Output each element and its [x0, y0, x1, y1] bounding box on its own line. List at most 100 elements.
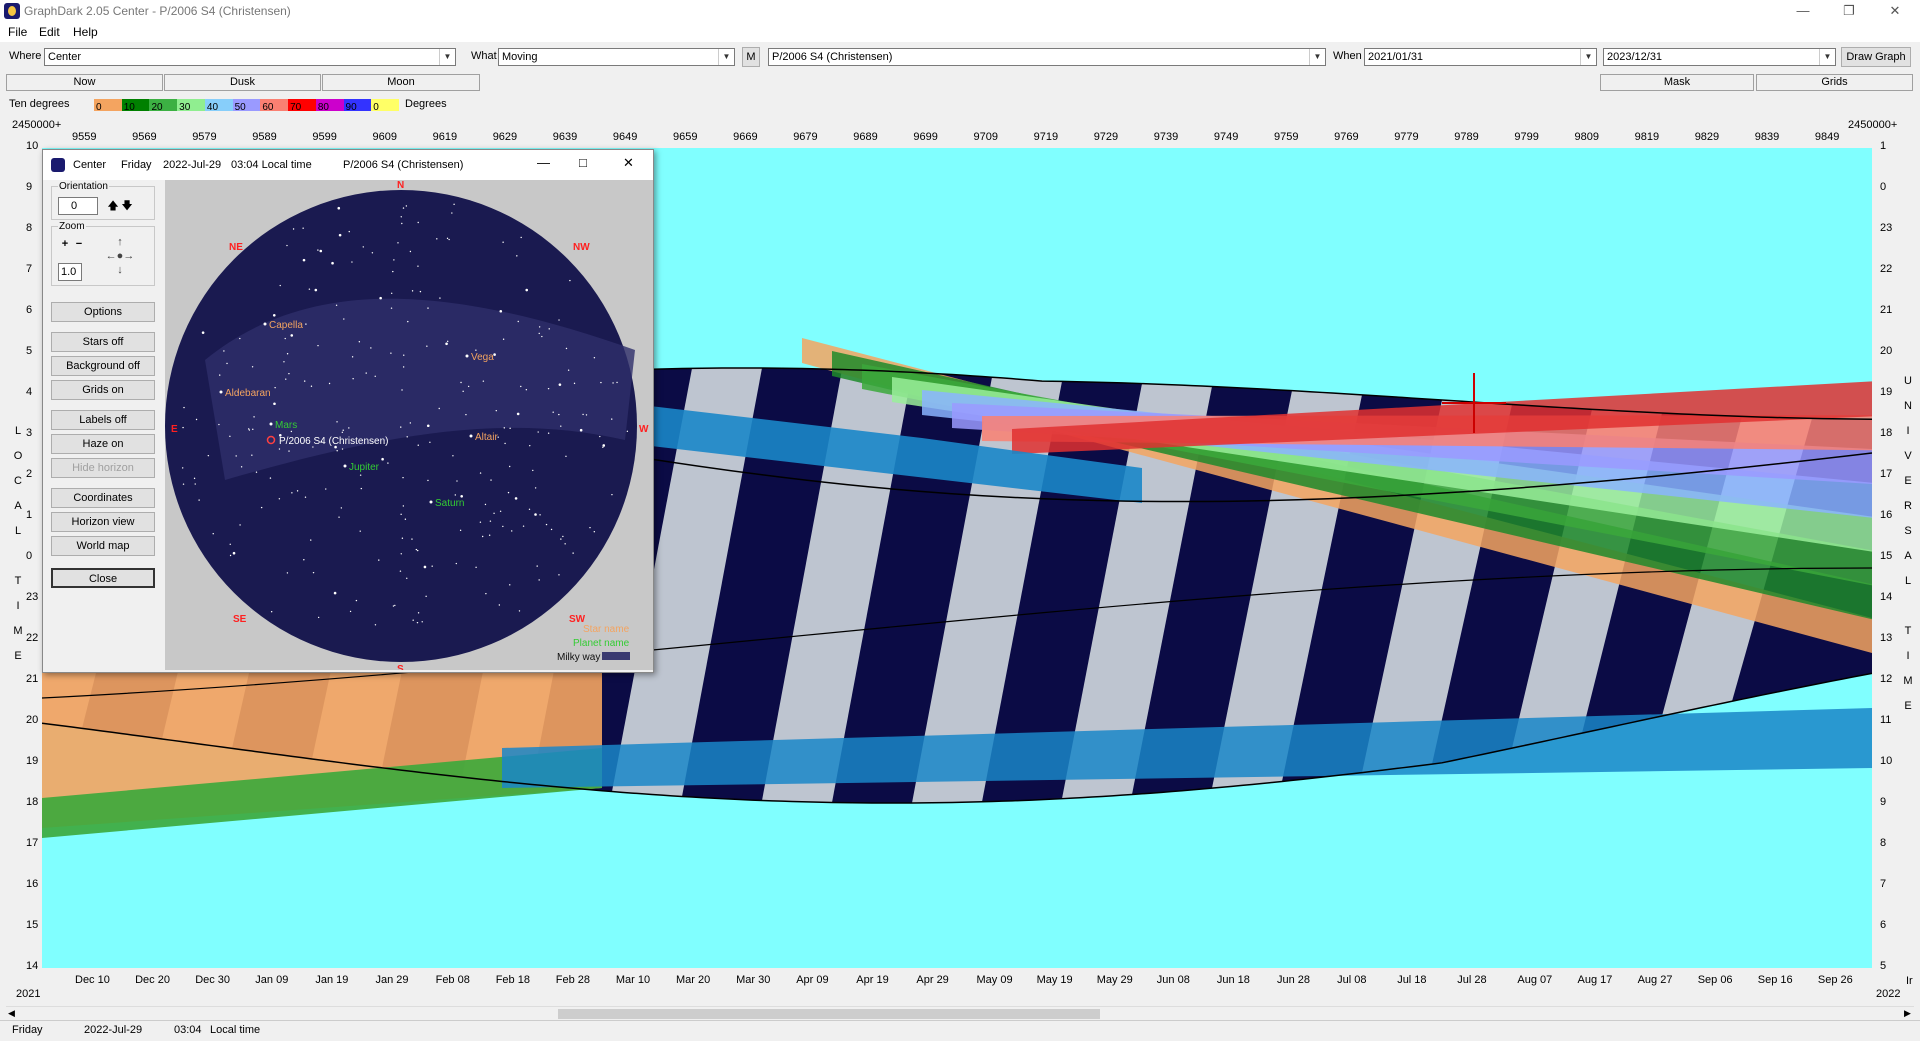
star-dot: [517, 320, 519, 323]
right-hour-label: 14: [1880, 591, 1893, 603]
date-tick-label: May 19: [1036, 974, 1073, 986]
date-tick-label: Jul 18: [1397, 974, 1427, 986]
left-axis-title-char: T: [14, 575, 22, 587]
where-select[interactable]: Center ▼: [44, 48, 456, 66]
stars-off-button[interactable]: Stars off: [51, 332, 155, 352]
sky-maximize-icon[interactable]: □: [579, 155, 587, 170]
status-date: 2022-Jul-29: [84, 1024, 143, 1036]
moon-button[interactable]: Moon: [322, 74, 480, 91]
star-dot: [538, 332, 540, 335]
star-dot: [564, 543, 566, 545]
left-hour-label: 10: [26, 140, 39, 152]
right-hour-label: 7: [1880, 878, 1887, 890]
object-select[interactable]: P/2006 S4 (Christensen) ▼: [768, 48, 1326, 66]
star-dot: [247, 428, 250, 430]
grids-button[interactable]: Grids: [1756, 74, 1913, 91]
star-dot: [278, 498, 281, 500]
star-dot: [548, 328, 550, 330]
star-dot: [415, 548, 418, 551]
maximize-icon[interactable]: ❐: [1826, 0, 1872, 22]
dusk-button[interactable]: Dusk: [164, 74, 321, 91]
star-dot: [399, 570, 402, 572]
end-date-select[interactable]: 2023/12/31 ▼: [1603, 48, 1836, 66]
left-hour-label: 18: [26, 796, 39, 808]
star-dot: [239, 337, 241, 340]
star-dot: [255, 471, 258, 473]
legend-swatch: 80: [315, 99, 344, 113]
coordinates-button[interactable]: Coordinates: [51, 488, 155, 508]
background-off-button[interactable]: Background off: [51, 356, 155, 376]
world-map-button[interactable]: World map: [51, 536, 155, 556]
labels-off-button[interactable]: Labels off: [51, 410, 155, 430]
star-dot: [379, 296, 382, 300]
star-dot: [360, 487, 363, 490]
star-dot: [402, 207, 405, 209]
close-icon[interactable]: ✕: [1872, 0, 1918, 22]
star-dot: [502, 338, 505, 340]
menu-edit[interactable]: Edit: [39, 25, 60, 39]
right-hour-label: 18: [1880, 427, 1893, 439]
star-dot: [585, 414, 588, 416]
what-select[interactable]: Moving ▼: [498, 48, 735, 66]
horizontal-scrollbar[interactable]: ◀ ▶: [6, 1006, 1914, 1021]
star-dot: [565, 455, 567, 458]
compass-nw: NW: [573, 242, 590, 253]
sky-chart-panel[interactable]: N NE NW E W SE SW S Capella Vega Aldebaran Altair Ma…: [165, 180, 653, 675]
start-date-select[interactable]: 2021/01/31 ▼: [1364, 48, 1597, 66]
date-tick-label: May 29: [1096, 974, 1133, 986]
minimize-icon[interactable]: —: [1780, 0, 1826, 22]
star-label: Aldebaran: [225, 388, 271, 399]
star-dot: [201, 331, 205, 334]
altitude-legend: Ten degrees 0 10 20 30 40 50 60 70 80 90 0 Degrees: [0, 96, 1920, 114]
compass-s: S: [397, 664, 404, 670]
star-dot: [310, 385, 313, 387]
star-dot: [305, 323, 307, 325]
star-dot: [302, 258, 306, 262]
now-button[interactable]: Now: [6, 74, 163, 91]
star-dot: [534, 513, 537, 516]
status-day: Friday: [12, 1024, 43, 1036]
scroll-left-icon[interactable]: ◀: [8, 1008, 15, 1019]
star-dot: [499, 510, 502, 512]
right-hour-label: 16: [1880, 509, 1893, 521]
sky-view-window[interactable]: Center Friday 2022-Jul-29 03:04 Local ti…: [42, 149, 654, 675]
horizon-view-button[interactable]: Horizon view: [51, 512, 155, 532]
star-dot: [223, 350, 225, 352]
left-hour-label: 15: [26, 919, 39, 931]
star-dot: [488, 534, 491, 536]
jd-axis: 9559 9569 9579 9589 9599 9609 9619 9629 9639 9649…: [0, 131, 1920, 145]
draw-graph-button[interactable]: Draw Graph: [1841, 47, 1911, 67]
star-dot: [547, 387, 550, 390]
star-dot: [528, 508, 531, 510]
star-dot: [536, 565, 538, 567]
jd-tick-label: 9719: [1033, 131, 1059, 143]
jd-right-label: 2450000+: [1848, 119, 1898, 131]
star-dot: [507, 491, 510, 494]
hide-horizon-button[interactable]: Hide horizon: [51, 458, 155, 478]
grids-on-button[interactable]: Grids on: [51, 380, 155, 400]
star-dot: [529, 444, 531, 447]
left-axis-title-char: L: [14, 525, 22, 537]
menu-help[interactable]: Help: [73, 25, 98, 39]
compass-e: E: [171, 424, 178, 435]
when-label: When: [1333, 50, 1362, 62]
scroll-right-icon[interactable]: ▶: [1904, 1008, 1911, 1019]
status-tz: Local time: [210, 1024, 261, 1036]
sky-minimize-icon[interactable]: —: [537, 155, 550, 170]
m-button[interactable]: M: [742, 47, 760, 67]
star-dot: [193, 477, 196, 480]
right-axis-title-char: I: [1906, 650, 1910, 662]
mask-button[interactable]: Mask: [1600, 74, 1754, 91]
what-label: What: [471, 50, 497, 62]
star-dot: [416, 549, 419, 552]
haze-on-button[interactable]: Haze on: [51, 434, 155, 454]
star-dot: [593, 357, 596, 359]
planet-marker: [269, 422, 273, 426]
right-axis-title-char: M: [1903, 675, 1913, 687]
options-button[interactable]: Options: [51, 302, 155, 322]
star-dot: [538, 579, 540, 581]
scroll-thumb[interactable]: [558, 1009, 1100, 1019]
menu-file[interactable]: File: [8, 25, 27, 39]
close-button[interactable]: Close: [51, 568, 155, 588]
sky-close-icon[interactable]: ✕: [623, 155, 634, 171]
